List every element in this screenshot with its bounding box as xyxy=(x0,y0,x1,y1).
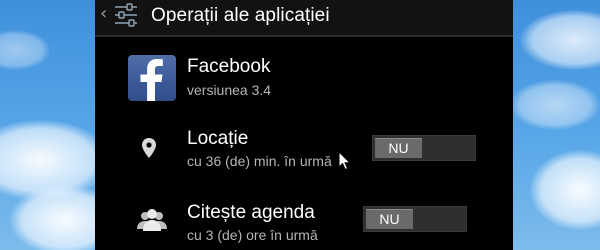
permission-title: Locație xyxy=(187,128,249,149)
permission-row-contacts[interactable]: Citește agenda cu 3 (de) ore în urmă NU xyxy=(95,189,513,250)
phone-screen: ‹ Operații ale aplicației Facebook versi… xyxy=(95,0,513,250)
location-pin-icon xyxy=(142,138,156,158)
facebook-icon xyxy=(128,55,176,101)
toggle-off-label: NU xyxy=(366,209,413,229)
contacts-toggle[interactable]: NU xyxy=(363,206,467,232)
cloud xyxy=(0,30,50,70)
permission-last-used: cu 36 (de) min. în urmă xyxy=(187,153,332,169)
app-info-row: Facebook versiunea 3.4 xyxy=(95,39,513,111)
permission-row-location[interactable]: Locație cu 36 (de) min. în urmă NU xyxy=(95,111,513,189)
permission-title: Citește agenda xyxy=(187,202,315,223)
wallpaper-left xyxy=(0,0,100,250)
cloud xyxy=(530,150,600,230)
page-title: Operații ale aplicației xyxy=(151,5,330,26)
toggle-off-label: NU xyxy=(375,138,422,158)
app-operations-list: Facebook versiunea 3.4 Locație cu 36 (de… xyxy=(95,39,513,250)
settings-sliders-icon[interactable] xyxy=(113,2,139,28)
mouse-cursor-icon xyxy=(338,151,352,171)
wallpaper-right xyxy=(510,0,600,250)
cloud xyxy=(520,10,600,70)
app-name: Facebook xyxy=(187,56,271,77)
location-toggle[interactable]: NU xyxy=(372,135,476,161)
permission-last-used: cu 3 (de) ore în urmă xyxy=(187,227,318,243)
cloud xyxy=(510,80,600,130)
chevron-left-icon[interactable]: ‹ xyxy=(100,5,107,23)
action-bar: ‹ Operații ale aplicației xyxy=(95,0,513,37)
contacts-group-icon xyxy=(137,209,167,231)
app-version: versiunea 3.4 xyxy=(187,82,272,98)
